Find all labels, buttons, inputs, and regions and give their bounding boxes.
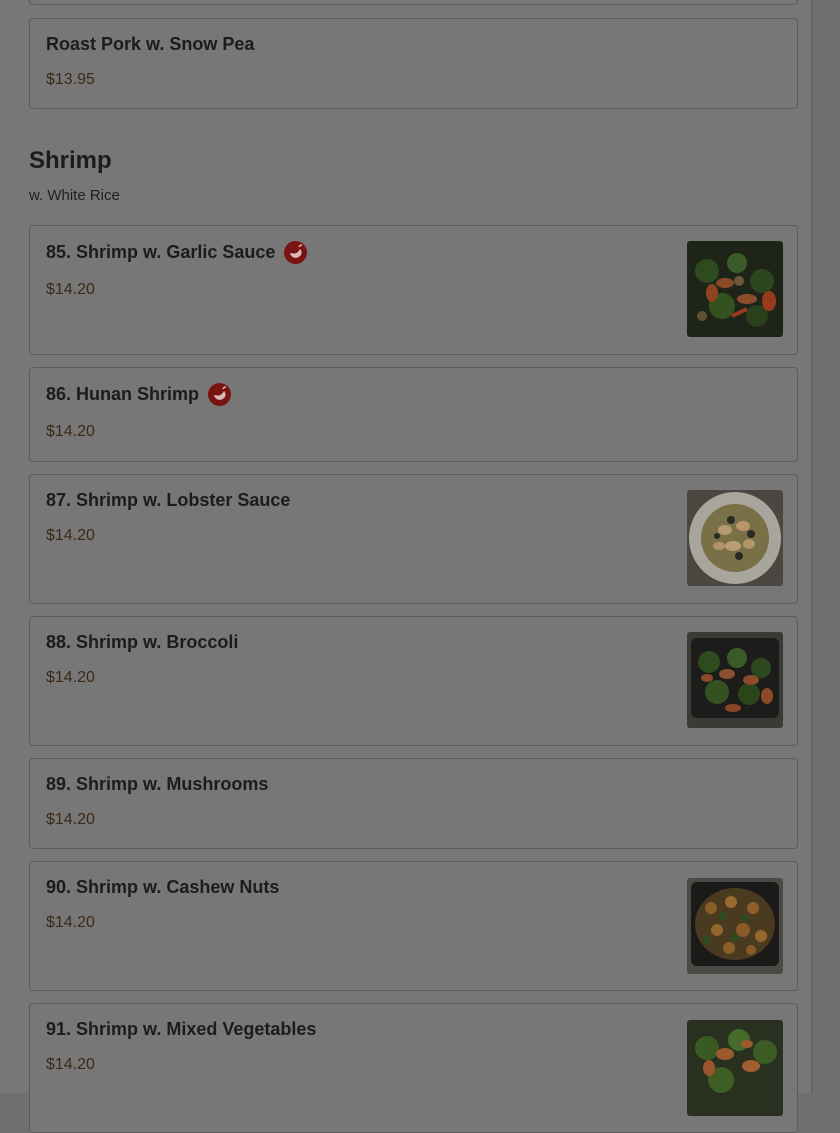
menu-item-name-text: 88. Shrimp w. Broccoli — [46, 632, 239, 652]
menu-item-card[interactable]: 89. Shrimp w. Mushrooms $14.20 — [29, 758, 798, 849]
menu-item-card[interactable]: 90. Shrimp w. Cashew Nuts $14.20 — [29, 861, 798, 991]
menu-item-name: 86. Hunan Shrimp — [46, 383, 232, 406]
menu-item-name-text: 91. Shrimp w. Mixed Vegetables — [46, 1019, 317, 1039]
menu-item-price: $14.20 — [46, 527, 95, 544]
menu-item-card[interactable]: Roast Pork w. Snow Pea $13.95 — [29, 18, 798, 109]
menu-item-price: $14.20 — [46, 914, 95, 931]
scrollbar-track[interactable] — [812, 0, 840, 1093]
menu-item-name: Roast Pork w. Snow Pea — [46, 34, 254, 55]
menu-item-card-previous[interactable] — [29, 0, 798, 5]
menu-item-price: $14.20 — [46, 811, 95, 828]
section-subtitle: w. White Rice — [29, 187, 120, 204]
broccoli-shrimp-photo[interactable] — [687, 632, 783, 728]
spicy-pepper-icon — [284, 241, 308, 264]
mixed-veg-shrimp-photo[interactable] — [687, 1020, 783, 1116]
menu-item-card[interactable]: 88. Shrimp w. Broccoli $14.20 — [29, 616, 798, 746]
menu-item-price: $14.20 — [46, 423, 95, 440]
menu-item-name: 89. Shrimp w. Mushrooms — [46, 774, 268, 795]
menu-item-name-text: 89. Shrimp w. Mushrooms — [46, 774, 269, 794]
menu-item-name: 90. Shrimp w. Cashew Nuts — [46, 877, 279, 898]
garlic-shrimp-photo[interactable] — [687, 241, 783, 337]
menu-item-name: 87. Shrimp w. Lobster Sauce — [46, 490, 290, 511]
menu-item-price: $14.20 — [46, 1056, 95, 1073]
menu-item-price: $14.20 — [46, 281, 95, 298]
menu-item-name: 85. Shrimp w. Garlic Sauce — [46, 241, 308, 264]
menu-item-name-text: 85. Shrimp w. Garlic Sauce — [46, 242, 276, 262]
menu-item-card[interactable]: 86. Hunan Shrimp $14.20 — [29, 367, 798, 462]
lobster-sauce-shrimp-photo[interactable] — [687, 490, 783, 586]
spicy-pepper-icon — [208, 383, 232, 406]
menu-item-card[interactable]: 91. Shrimp w. Mixed Vegetables $14.20 — [29, 1003, 798, 1133]
menu-item-price: $13.95 — [46, 71, 95, 88]
section-title: Shrimp — [29, 147, 112, 174]
menu-item-name-text: 90. Shrimp w. Cashew Nuts — [46, 877, 280, 897]
menu-item-name: 91. Shrimp w. Mixed Vegetables — [46, 1019, 316, 1040]
menu-page: Roast Pork w. Snow Pea $13.95 Shrimp w. … — [0, 0, 812, 1133]
cashew-shrimp-photo[interactable] — [687, 878, 783, 974]
menu-item-price: $14.20 — [46, 669, 95, 686]
menu-item-card[interactable]: 85. Shrimp w. Garlic Sauce $14.20 — [29, 225, 798, 355]
menu-item-name: 88. Shrimp w. Broccoli — [46, 632, 238, 653]
menu-item-name-text: 87. Shrimp w. Lobster Sauce — [46, 490, 291, 510]
menu-item-name-text: Roast Pork w. Snow Pea — [46, 34, 255, 54]
menu-item-name-text: 86. Hunan Shrimp — [46, 384, 200, 404]
menu-item-card[interactable]: 87. Shrimp w. Lobster Sauce $14.20 — [29, 474, 798, 604]
